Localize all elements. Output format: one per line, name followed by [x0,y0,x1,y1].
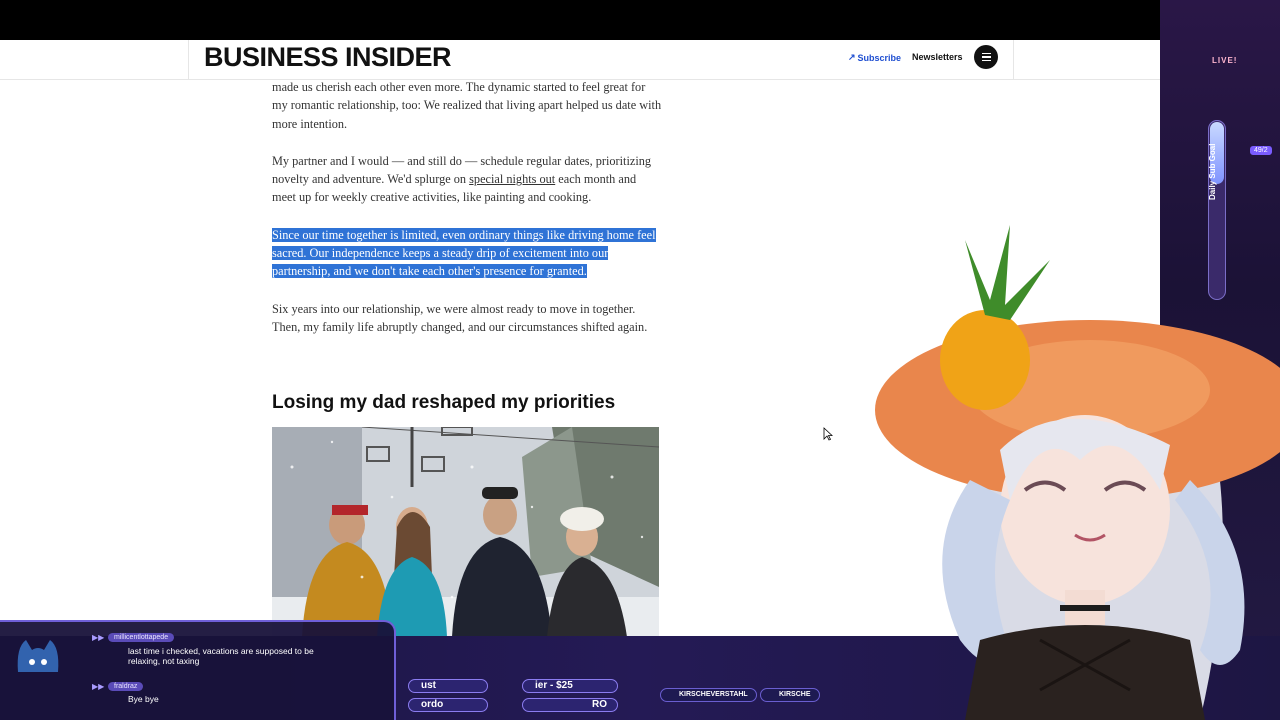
menu-button[interactable] [974,45,998,69]
section-heading: Losing my dad reshaped my priorities [272,392,616,413]
article-paragraph: My partner and I would — and still do — … [272,153,652,205]
article-body: made us cherish each other even more. Th… [272,78,662,355]
site-logo[interactable]: BUSINESS INSIDER [204,42,452,73]
cat-mascot-icon [17,640,59,672]
ticker-item: ier - $25 [522,679,618,693]
newsletters-link[interactable]: Newsletters [912,52,963,62]
special-nights-out-link[interactable]: special nights out [469,172,555,186]
ticker-item: ust [408,679,488,693]
arrow-icon: ↗ [848,52,856,62]
subscribe-label: Subscribe [857,52,902,63]
subscribe-link[interactable]: ↗ Subscribe [848,52,901,63]
chat-message: Bye bye [128,694,159,704]
selected-text[interactable]: Since our time together is limited, even… [272,227,656,279]
mouse-cursor-icon [823,427,833,441]
header-divider [1013,40,1014,80]
article-paragraph: made us cherish each other even more. Th… [272,80,662,131]
twitter-handle: KIRSCHEVERSTAHL [660,688,757,702]
sub-goal-label: Daily Sub Goal [1208,143,1217,200]
header-divider [188,40,189,80]
chat-arrow-icon: ▶▶ [92,633,105,642]
chat-username: millicentlottapede [108,633,175,642]
ticker-item: RO [522,698,618,712]
twitch-handle: KIRSCHE [760,688,820,702]
article-paragraph-selected[interactable]: Since our time together is limited, even… [272,226,662,281]
site-header: BUSINESS INSIDER ↗ Subscribe Newsletters [0,40,1160,80]
chat-box: ▶▶ millicentlottapede last time i checke… [0,620,396,720]
vtuber-avatar [875,225,1280,720]
chat-arrow-icon: ▶▶ [92,682,105,691]
live-badge: LIVE! [1212,56,1238,65]
chat-message: last time i checked, vacations are suppo… [128,646,314,666]
article-photo [272,427,659,637]
chat-username: fraldraz [108,682,144,691]
hamburger-icon [981,52,991,55]
sub-goal-count: 49/2 [1250,146,1272,155]
ticker-item: ordo [408,698,488,712]
article-paragraph: Six years into our relationship, we were… [272,301,648,334]
